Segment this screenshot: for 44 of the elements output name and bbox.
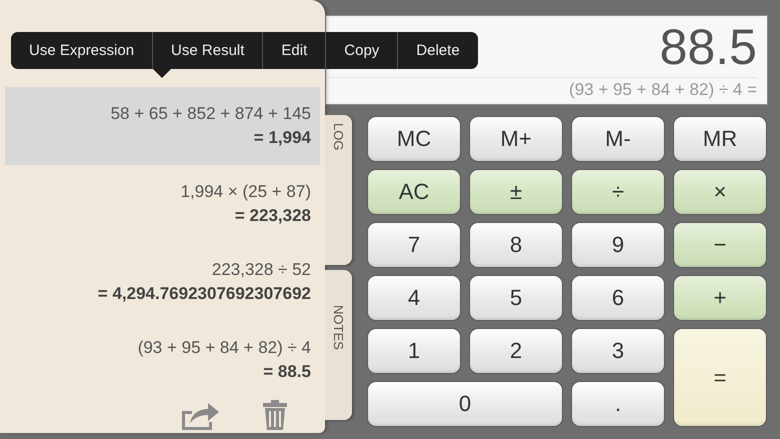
calculator-key[interactable]: 6 — [571, 275, 665, 321]
log-entry[interactable]: 58 + 65 + 852 + 874 + 145 = 1,994 — [5, 87, 320, 165]
menu-item[interactable]: Copy — [325, 32, 398, 69]
menu-item[interactable]: Use Expression — [11, 32, 152, 69]
calculator-key[interactable]: MC — [367, 116, 461, 162]
share-icon[interactable] — [180, 401, 220, 431]
menu-item[interactable]: Delete — [397, 32, 478, 69]
calculator-key[interactable]: 4 — [367, 275, 461, 321]
calculator-key[interactable]: − — [673, 222, 767, 268]
calculator-key[interactable]: ± — [469, 169, 563, 215]
log-result: = 4,294.7692307692307692 — [98, 284, 311, 304]
calculator-key[interactable]: 5 — [469, 275, 563, 321]
calculator-key[interactable]: 3 — [571, 328, 665, 374]
calculator-key[interactable]: 2 — [469, 328, 563, 374]
log-expression: 223,328 ÷ 52 — [212, 260, 311, 280]
calculator-key[interactable]: MR — [673, 116, 767, 162]
log-expression: (93 + 95 + 84 + 82) ÷ 4 — [138, 338, 311, 358]
calculator-key[interactable]: = — [673, 328, 767, 427]
side-tab[interactable]: NOTES — [325, 270, 352, 420]
display-value: 88.5 — [660, 22, 757, 72]
calculator-key[interactable]: 8 — [469, 222, 563, 268]
display-expression: (93 + 95 + 84 + 82) ÷ 4 = — [326, 77, 757, 100]
menu-item[interactable]: Edit — [262, 32, 326, 69]
log-result: = 1,994 — [254, 128, 311, 148]
calculator-key[interactable]: + — [673, 275, 767, 321]
calculator-key[interactable]: × — [673, 169, 767, 215]
log-entry[interactable]: 223,328 ÷ 52 = 4,294.7692307692307692 — [5, 243, 320, 321]
calculator-key[interactable]: 9 — [571, 222, 665, 268]
calculator-key[interactable]: . — [571, 381, 665, 427]
log-result: = 88.5 — [263, 362, 311, 382]
calculator-key[interactable]: ÷ — [571, 169, 665, 215]
trash-icon[interactable] — [262, 399, 288, 431]
calculator-key[interactable]: M- — [571, 116, 665, 162]
side-tab[interactable]: LOG — [325, 115, 352, 265]
calculator-key[interactable]: 1 — [367, 328, 461, 374]
log-expression: 1,994 × (25 + 87) — [180, 182, 311, 202]
log-entry[interactable]: 1,994 × (25 + 87) = 223,328 — [5, 165, 320, 243]
log-entry[interactable]: (93 + 95 + 84 + 82) ÷ 4 = 88.5 — [5, 321, 320, 399]
calculator-key[interactable]: 7 — [367, 222, 461, 268]
log-expression: 58 + 65 + 852 + 874 + 145 — [110, 104, 311, 124]
log-result: = 223,328 — [234, 206, 311, 226]
calculator-key[interactable]: 0 — [367, 381, 563, 427]
calculator-key[interactable]: AC — [367, 169, 461, 215]
calculator-key[interactable]: M+ — [469, 116, 563, 162]
